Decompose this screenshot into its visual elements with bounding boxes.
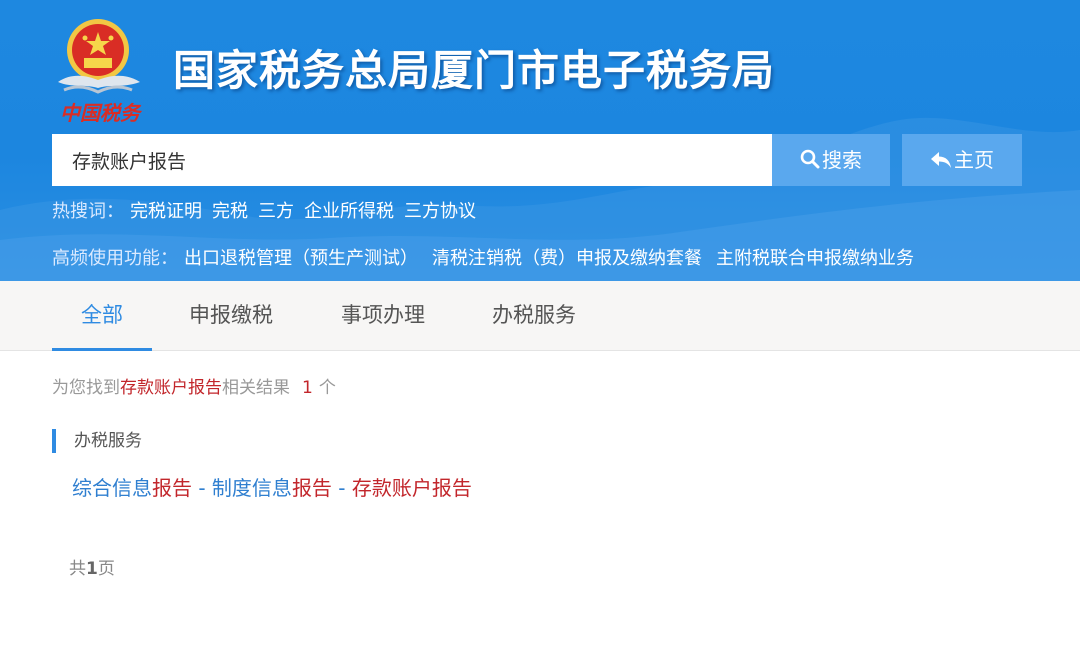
section-title: 办税服务 [52, 429, 142, 453]
frequent-function-link[interactable]: 出口退税管理（预生产测试） [184, 248, 418, 269]
search-input[interactable] [52, 134, 772, 186]
summary-prefix: 为您找到 [52, 378, 120, 398]
hot-keyword-link[interactable]: 三方协议 [404, 201, 476, 222]
frequent-functions-row: 高频使用功能： 出口退税管理（预生产测试） 清税注销税（费）申报及缴纳套餐 主附税联合… [52, 245, 928, 273]
pager-prefix: 共 [69, 559, 86, 579]
result-summary: 为您找到存款账户报告相关结果 1 个 [52, 373, 336, 398]
hot-keyword-link[interactable]: 企业所得税 [304, 201, 394, 222]
hot-keyword-link[interactable]: 三方 [258, 201, 294, 222]
result-item-link[interactable]: 综合信息报告 - 制度信息报告 - 存款账户报告 [72, 472, 472, 501]
search-button[interactable]: 搜索 [772, 134, 890, 186]
result-text-part: 综合信息 [72, 476, 152, 500]
summary-suffix: 个 [318, 378, 336, 398]
tax-emblem-logo: 中国税务 [58, 19, 143, 125]
back-arrow-icon [931, 152, 951, 168]
hot-keywords-label: 热搜词： [52, 201, 124, 222]
logo-text: 中国税务 [60, 101, 143, 125]
result-highlight-part: 报告 [152, 476, 192, 500]
header-banner: 中国税务 国家税务总局厦门市电子税务局 搜索 主页 热搜词： 完税证明完税三方企业… [0, 0, 1080, 281]
result-highlight-part: 存款账户报告 [351, 476, 472, 500]
frequent-function-link[interactable]: 清税注销税（费）申报及缴纳套餐 [432, 248, 702, 269]
tab-all[interactable]: 全部 [52, 281, 152, 351]
tab-matters[interactable]: 事项办理 [328, 281, 438, 351]
tab-declare-pay[interactable]: 申报缴税 [176, 281, 286, 351]
category-tabs: 全部 申报缴税 事项办理 办税服务 [0, 281, 1080, 351]
pager-suffix: 页 [97, 559, 115, 579]
page-count: 1 [86, 559, 98, 579]
summary-middle: 相关结果 [222, 378, 290, 398]
frequent-function-link[interactable]: 主附税联合申报缴纳业务 [716, 248, 914, 269]
hot-keyword-link[interactable]: 完税 [212, 201, 248, 222]
result-text-part: - [331, 476, 352, 500]
hot-keyword-link[interactable]: 完税证明 [130, 201, 202, 222]
summary-query: 存款账户报告 [120, 378, 222, 398]
pagination-info: 共1页 [69, 554, 115, 579]
result-highlight-part: 报告 [291, 476, 332, 500]
result-text-part: - 制度信息 [192, 476, 292, 500]
magnifier-icon [800, 149, 820, 169]
home-button[interactable]: 主页 [902, 134, 1022, 186]
tab-tax-services[interactable]: 办税服务 [479, 281, 589, 351]
home-button-label: 主页 [954, 148, 994, 172]
result-count: 1 [302, 378, 313, 398]
site-title: 国家税务总局厦门市电子税务局 [173, 46, 776, 95]
search-button-label: 搜索 [822, 148, 862, 172]
hot-keywords-row: 热搜词： 完税证明 完税 三方 企业所得税 三方协议 [52, 198, 486, 226]
frequent-functions-label: 高频使用功能： [52, 248, 178, 269]
